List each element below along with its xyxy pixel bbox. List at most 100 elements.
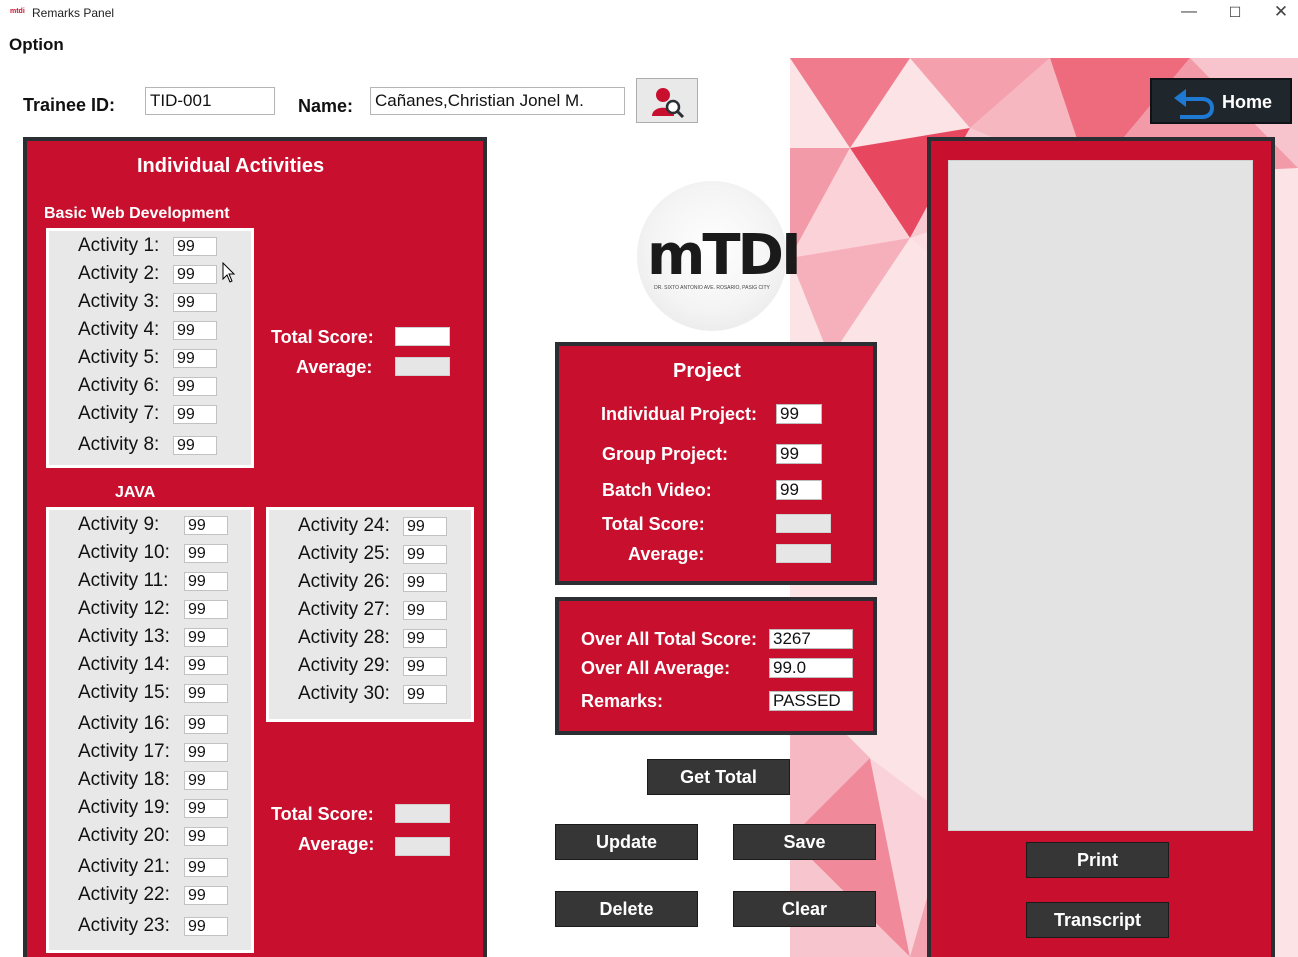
individual-activities-title: Individual Activities (137, 155, 325, 177)
remarks-label: Remarks: (581, 691, 664, 711)
activity-label: Activity 20: (78, 825, 170, 846)
trainee-id-input[interactable]: TID-001 (145, 87, 275, 115)
mtdi-logo: mTDI DR. SIXTO ANTONIO AVE. ROSARIO, PAS… (637, 181, 802, 331)
activity-score-input[interactable]: 99 (184, 572, 228, 591)
transcript-button[interactable]: Transcript (1026, 902, 1169, 938)
name-label: Name: (298, 96, 354, 116)
activity-score-input[interactable]: 99 (173, 293, 217, 312)
individual-project-label: Individual Project: (601, 404, 758, 424)
overall-total-input[interactable]: 3267 (769, 629, 853, 649)
batch-video-input[interactable]: 99 (776, 480, 822, 500)
activity-score-input[interactable]: 99 (173, 321, 217, 340)
remarks-panel-window: mtdi Remarks Panel — ☐ ✕ Option Trainee … (0, 0, 1298, 957)
activity-score-input[interactable]: 99 (173, 265, 217, 284)
basic-web-average-input[interactable] (395, 357, 450, 376)
group-project-label: Group Project: (602, 444, 729, 464)
trainee-id-label: Trainee ID: (23, 95, 116, 115)
activity-label: Activity 13: (78, 626, 170, 647)
activity-label: Activity 28: (298, 627, 390, 648)
activity-label: Activity 4: (78, 319, 160, 340)
overall-total-label: Over All Total Score: (581, 629, 758, 649)
project-total-input[interactable] (776, 514, 831, 533)
activity-score-input[interactable]: 99 (184, 516, 228, 535)
activity-label: Activity 25: (298, 543, 390, 564)
update-button[interactable]: Update (555, 824, 698, 860)
project-total-label: Total Score: (602, 514, 705, 534)
project-average-input[interactable] (776, 544, 831, 563)
activity-label: Activity 26: (298, 571, 390, 592)
activity-score-input[interactable]: 99 (184, 827, 228, 846)
activity-label: Activity 2: (78, 263, 160, 284)
activity-label: Activity 10: (78, 542, 170, 563)
activity-label: Activity 15: (78, 682, 170, 703)
activity-score-input[interactable]: 99 (184, 656, 228, 675)
activity-label: Activity 23: (78, 915, 170, 936)
batch-video-label: Batch Video: (602, 480, 712, 500)
activity-score-input[interactable]: 99 (173, 237, 217, 256)
activity-score-input[interactable]: 99 (184, 743, 228, 762)
minimize-button[interactable]: — (1166, 0, 1212, 26)
activity-score-input[interactable]: 99 (173, 436, 217, 455)
activity-score-input[interactable]: 99 (173, 377, 217, 396)
logo-address: DR. SIXTO ANTONIO AVE. ROSARIO, PASIG CI… (654, 285, 770, 291)
activity-score-input[interactable]: 99 (403, 685, 447, 704)
java-total-label: Total Score: (271, 804, 374, 824)
activity-label: Activity 11: (78, 570, 169, 591)
activity-score-input[interactable]: 99 (184, 858, 228, 877)
activity-score-input[interactable]: 99 (184, 799, 228, 818)
mouse-cursor-icon (222, 262, 236, 283)
save-button[interactable]: Save (733, 824, 876, 860)
activity-score-input[interactable]: 99 (184, 600, 228, 619)
activity-score-input[interactable]: 99 (403, 573, 447, 592)
activity-score-input[interactable]: 99 (403, 629, 447, 648)
activity-score-input[interactable]: 99 (403, 517, 447, 536)
java-total-input[interactable] (395, 804, 450, 823)
activity-score-input[interactable]: 99 (184, 715, 228, 734)
overall-average-input[interactable]: 99.0 (769, 658, 853, 678)
close-button[interactable]: ✕ (1258, 0, 1298, 26)
print-button[interactable]: Print (1026, 842, 1169, 878)
title-bar: mtdi Remarks Panel — ☐ ✕ (0, 0, 1298, 26)
clear-button[interactable]: Clear (733, 891, 876, 927)
activity-score-input[interactable]: 99 (184, 544, 228, 563)
home-label: Home (1222, 92, 1273, 112)
activity-score-input[interactable]: 99 (184, 771, 228, 790)
activity-label: Activity 18: (78, 769, 170, 790)
name-input[interactable]: Cañanes,Christian Jonel M. (370, 87, 625, 115)
activity-score-input[interactable]: 99 (173, 405, 217, 424)
activity-label: Activity 3: (78, 291, 160, 312)
menu-option[interactable]: Option (9, 35, 64, 55)
logo-text: mTDI (647, 223, 802, 288)
maximize-button[interactable]: ☐ (1212, 0, 1258, 26)
home-button[interactable]: Home (1150, 78, 1292, 124)
activity-score-input[interactable]: 99 (184, 684, 228, 703)
activity-label: Activity 29: (298, 655, 390, 676)
activity-label: Activity 22: (78, 884, 170, 905)
activity-label: Activity 5: (78, 347, 160, 368)
delete-button[interactable]: Delete (555, 891, 698, 927)
activity-label: Activity 21: (78, 856, 170, 877)
activity-score-input[interactable]: 99 (184, 917, 228, 936)
activity-label: Activity 12: (78, 598, 170, 619)
java-average-input[interactable] (395, 837, 450, 856)
user-search-icon (652, 88, 685, 118)
individual-project-input[interactable]: 99 (776, 404, 822, 424)
remarks-input[interactable]: PASSED (769, 691, 853, 711)
basic-web-title: Basic Web Development (44, 205, 230, 222)
project-title: Project (673, 360, 741, 382)
activity-score-input[interactable]: 99 (403, 601, 447, 620)
java-average-label: Average: (298, 834, 375, 854)
activity-label: Activity 30: (298, 683, 390, 704)
activity-label: Activity 14: (78, 654, 170, 675)
search-trainee-button[interactable] (636, 78, 698, 123)
activity-score-input[interactable]: 99 (184, 628, 228, 647)
activity-score-input[interactable]: 99 (403, 657, 447, 676)
activity-score-input[interactable]: 99 (403, 545, 447, 564)
basic-web-total-input[interactable] (395, 327, 450, 346)
activity-score-input[interactable]: 99 (173, 349, 217, 368)
activity-score-input[interactable]: 99 (184, 886, 228, 905)
group-project-input[interactable]: 99 (776, 444, 822, 464)
get-total-button[interactable]: Get Total (647, 759, 790, 795)
java-title: JAVA (115, 484, 156, 501)
project-average-label: Average: (628, 544, 705, 564)
